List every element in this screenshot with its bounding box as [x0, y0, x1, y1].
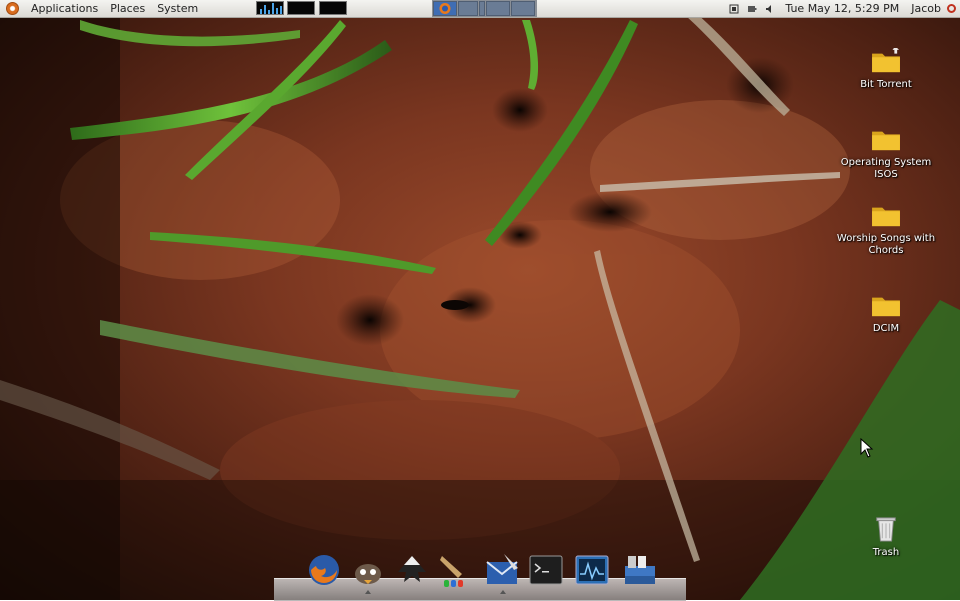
places-menu[interactable]: Places — [104, 0, 151, 17]
top-panel: Applications Places System Tue May 12, 5… — [0, 0, 960, 18]
desktop-icon-label: DCIM — [872, 323, 900, 334]
folder-icon — [872, 131, 900, 151]
clock[interactable]: Tue May 12, 5:29 PM — [779, 2, 905, 15]
firefox-icon[interactable] — [306, 552, 342, 588]
applications-menu[interactable]: Applications — [25, 0, 104, 17]
folder-icon — [872, 297, 900, 317]
mouse-pointer-icon — [860, 438, 874, 458]
system-tray: Tue May 12, 5:29 PM Jacob — [725, 0, 960, 17]
running-indicator — [500, 590, 506, 594]
task-window-3[interactable] — [479, 1, 485, 16]
desktop-wallpaper — [0, 0, 960, 600]
terminal-icon[interactable] — [528, 552, 564, 588]
desktop-icon-dcim[interactable]: DCIM — [836, 292, 936, 335]
file-manager-icon[interactable] — [622, 552, 658, 588]
user-switcher[interactable]: Jacob — [905, 2, 947, 15]
task-firefox[interactable] — [433, 1, 457, 16]
window-list — [432, 0, 537, 17]
desktop-icon-bit-torrent[interactable]: Bit Torrent — [836, 46, 936, 91]
ubuntu-logo-icon[interactable] — [6, 2, 19, 15]
task-window-5[interactable] — [511, 1, 535, 16]
system-monitor-icon[interactable] — [574, 552, 610, 588]
folder-icon — [872, 46, 900, 73]
desktop-icon-label: Operating System ISOS — [840, 157, 932, 180]
task-window-4[interactable] — [486, 1, 510, 16]
desktop-icon-label: Trash — [872, 547, 900, 558]
running-indicator — [365, 590, 371, 594]
cpu-monitor-applet[interactable] — [256, 1, 284, 15]
desktop-icon-worship-songs[interactable]: Worship Songs with Chords — [836, 202, 936, 257]
power-icon[interactable] — [947, 4, 956, 13]
battery-icon[interactable] — [747, 4, 757, 14]
folder-icon — [872, 207, 900, 227]
task-window-2[interactable] — [458, 1, 478, 16]
pidgin-icon[interactable] — [350, 552, 386, 588]
memory-monitor-applet[interactable] — [287, 1, 315, 15]
desktop-icon-operating-system-isos[interactable]: Operating System ISOS — [836, 126, 936, 181]
desktop-icon-label: Bit Torrent — [860, 79, 912, 90]
desktop-icon-trash[interactable]: Trash — [836, 516, 936, 559]
inkscape-icon[interactable] — [394, 552, 430, 588]
trash-icon — [876, 517, 896, 542]
network-icon[interactable] — [729, 4, 739, 14]
network-monitor-applet[interactable] — [319, 1, 347, 15]
system-menu[interactable]: System — [151, 0, 204, 17]
desktop-icon-label: Worship Songs with Chords — [836, 233, 936, 256]
volume-icon[interactable] — [765, 4, 775, 14]
evolution-icon[interactable] — [484, 552, 520, 588]
firefox-icon — [439, 3, 451, 14]
gimp-icon[interactable] — [436, 552, 472, 588]
